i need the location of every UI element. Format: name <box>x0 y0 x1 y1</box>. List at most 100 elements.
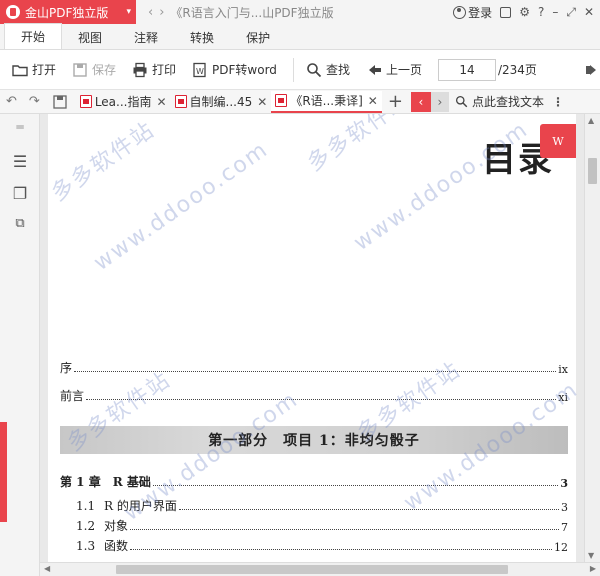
svg-text:W: W <box>196 67 204 76</box>
printer-icon <box>133 62 147 77</box>
close-tab-icon[interactable]: ✕ <box>156 95 166 109</box>
convert-icon[interactable]: ⧉ <box>10 216 30 234</box>
pdf-page: 目录 W 序 ix 前言 xi 第一部分 项目 1：非均匀骰子 第 1 章 R … <box>47 114 583 562</box>
tab-scroll-left-button[interactable]: ‹ <box>410 91 431 112</box>
feedback-icon[interactable] <box>500 6 512 18</box>
main-toolbar: 打开 保存 打印 W PDF转word 查找 上一页 14 /234页 <box>0 50 600 90</box>
minimize-button[interactable]: – <box>552 5 558 19</box>
save-label: 保存 <box>92 63 117 77</box>
toc-label: 前言 <box>60 389 85 403</box>
login-label: 登录 <box>468 5 493 20</box>
close-tab-icon[interactable]: ✕ <box>257 95 267 109</box>
vertical-scrollbar[interactable]: ▲ ▼ <box>584 114 600 562</box>
outline-icon[interactable]: ☰ <box>10 152 30 171</box>
toc-entry[interactable]: 序 ix <box>60 360 568 376</box>
tab-convert[interactable]: 转换 <box>174 25 230 49</box>
collapse-handle-icon[interactable]: ═ <box>10 120 30 138</box>
toc-page: 12 <box>554 541 568 554</box>
print-button[interactable]: 打印 <box>132 61 176 78</box>
toc-label: 序 <box>60 361 73 375</box>
toc-section[interactable]: 1.1 R 的用户界面 3 <box>76 498 568 514</box>
thumbnails-icon[interactable]: ❐ <box>10 184 30 203</box>
toc-label: R 的用户界面 <box>104 499 177 513</box>
new-tab-button[interactable]: + <box>388 91 403 112</box>
chevron-down-icon: ▾ <box>126 7 131 17</box>
toc-entry[interactable]: 前言 xi <box>60 388 568 404</box>
search-icon <box>455 95 468 108</box>
find-button[interactable]: 查找 <box>306 61 350 78</box>
app-name: 金山PDF独立版 <box>25 5 109 20</box>
horizontal-scroll-thumb[interactable] <box>116 565 508 574</box>
toc-page: 7 <box>561 521 568 534</box>
doc-tab-2[interactable]: 自制编...45 ✕ <box>171 91 272 113</box>
doc-tab-1[interactable]: Lea...指南 ✕ <box>76 91 171 113</box>
toc-page: ix <box>558 363 568 376</box>
tab-scroll-right-button[interactable]: › <box>430 91 449 112</box>
prev-page-button[interactable]: 上一页 <box>366 61 422 78</box>
tab-protect[interactable]: 保护 <box>230 25 286 49</box>
toc-section-number: 1.3 <box>76 539 96 553</box>
pdf-file-icon <box>275 94 288 107</box>
page-number-input[interactable]: 14 <box>437 58 496 81</box>
vertical-scroll-thumb[interactable] <box>588 158 597 184</box>
find-text-button[interactable]: 点此查找文本 <box>455 93 544 110</box>
restore-button[interactable]: ⤢ <box>566 5 576 20</box>
doc-tab-label: 《R语...秉译] <box>290 94 363 108</box>
scroll-left-icon[interactable]: ◀ <box>44 564 50 573</box>
tab-view[interactable]: 视图 <box>62 25 118 49</box>
horizontal-scrollbar[interactable]: ◀ ▶ <box>40 562 600 576</box>
toc-section-number: 1.2 <box>76 519 96 533</box>
search-icon <box>307 62 322 77</box>
app-logo-icon <box>6 5 20 19</box>
redo-icon[interactable]: ↷ <box>29 94 40 109</box>
document-viewport[interactable]: 目录 W 序 ix 前言 xi 第一部分 项目 1：非均匀骰子 第 1 章 R … <box>40 114 584 562</box>
more-options-icon[interactable]: ⋮ <box>552 95 564 109</box>
scroll-up-icon[interactable]: ▲ <box>588 116 594 125</box>
document-tab-bar: ↶ ↷ Lea...指南 ✕ 自制编...45 ✕ 《R语...秉译] ✕ + … <box>0 90 600 114</box>
save-small-icon[interactable] <box>52 94 68 110</box>
toc-label: 第 1 章 R 基础 <box>60 475 151 489</box>
undo-icon[interactable]: ↶ <box>6 94 17 109</box>
toc-section[interactable]: 1.2 对象 7 <box>76 518 568 534</box>
save-button[interactable]: 保存 <box>72 61 116 78</box>
title-bar: 金山PDF独立版 ▾ ‹ › 《R语言入门与...山PDF独立版 登录 ⚙ ? … <box>0 0 600 24</box>
find-label: 查找 <box>325 63 350 77</box>
pdf-file-icon <box>79 95 92 108</box>
close-tab-icon[interactable]: ✕ <box>368 94 378 108</box>
convert-to-word-badge[interactable]: W <box>540 124 576 158</box>
scroll-down-icon[interactable]: ▼ <box>588 551 594 560</box>
toc-section[interactable]: 1.3 函数 12 <box>76 538 568 554</box>
toc-page: 3 <box>561 501 568 514</box>
doc-tab-label: Lea...指南 <box>94 95 152 109</box>
sidebar-toggle-handle[interactable] <box>0 422 7 522</box>
doc-tab-label: 自制编...45 <box>189 95 253 109</box>
back-button[interactable]: ‹ <box>148 5 153 20</box>
settings-gear-icon[interactable]: ⚙ <box>519 5 530 19</box>
left-sidebar: ═ ☰ ❐ ⧉ <box>0 114 40 576</box>
close-window-button[interactable]: ✕ <box>584 5 594 19</box>
next-page-icon[interactable] <box>584 62 600 78</box>
pdf-to-word-button[interactable]: W PDF转word <box>192 61 277 78</box>
toolbar-divider <box>292 57 294 82</box>
toc-chapter[interactable]: 第 1 章 R 基础 3 <box>60 474 568 490</box>
pdf-to-word-icon: W <box>193 62 206 77</box>
total-pages: /234页 <box>497 63 537 77</box>
document-title: 《R语言入门与...山PDF独立版 <box>170 5 334 20</box>
tab-start[interactable]: 开始 <box>4 23 63 49</box>
toc-page: 3 <box>560 477 568 490</box>
open-label: 打开 <box>32 63 57 77</box>
doc-tab-3[interactable]: 《R语...秉译] ✕ <box>271 90 382 113</box>
save-icon <box>73 62 87 77</box>
open-button[interactable]: 打开 <box>12 61 56 78</box>
scroll-right-icon[interactable]: ▶ <box>590 564 596 573</box>
print-label: 打印 <box>152 63 177 77</box>
watermark-text: 多多软件站 <box>303 114 416 177</box>
help-button[interactable]: ? <box>538 5 544 19</box>
part-banner: 第一部分 项目 1：非均匀骰子 <box>60 426 568 454</box>
watermark-url: www.ddooo.com <box>89 136 274 277</box>
toc-label: 对象 <box>104 519 129 533</box>
app-menu-button[interactable]: 金山PDF独立版 ▾ <box>0 0 136 24</box>
forward-button[interactable]: › <box>159 5 164 20</box>
login-button[interactable]: 登录 <box>453 4 492 21</box>
tab-annotate[interactable]: 注释 <box>118 25 174 49</box>
